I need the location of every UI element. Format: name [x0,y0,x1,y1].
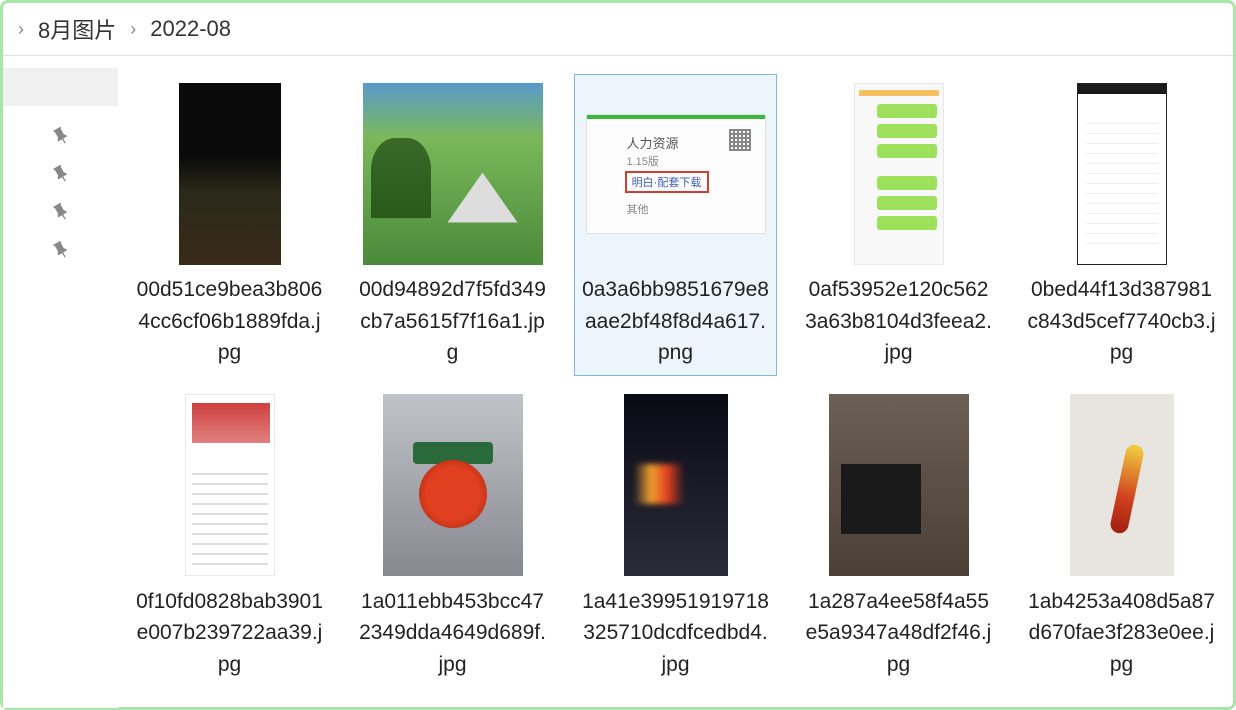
file-item[interactable]: 00d51ce9bea3b8064cc6cf06b1889fda.jpg [128,74,331,376]
filename: 1a011ebb453bcc472349dda4649d689f.jpg [358,586,547,681]
thumbnail [586,393,766,578]
filename: 1a41e39951919718325710dcdfcedbd4.jpg [581,586,770,681]
thumbnail: 人力资源 1.15版 明白·配套下载 其他 [586,81,766,266]
thumbnail [809,393,989,578]
sidebar [3,56,118,708]
breadcrumb-parent[interactable]: 8月图片 [38,13,116,45]
filename: 0f10fd0828bab3901e007b239722aa39.jpg [135,586,324,681]
file-item[interactable]: 1ab4253a408d5a87d670fae3f283e0ee.jpg [1020,386,1223,688]
pin-icon [47,236,74,263]
sidebar-item[interactable] [3,68,118,106]
thumbnail [1032,81,1212,266]
filename: 00d94892d7f5fd349cb7a5615f7f16a1.jpg [358,274,547,369]
thumbnail [140,81,320,266]
pin-icon [47,160,74,187]
thumbnail [363,81,543,266]
filename: 0bed44f13d387981c843d5cef7740cb3.jpg [1027,274,1216,369]
filename: 0a3a6bb9851679e8aae2bf48f8d4a617.png [581,274,770,369]
main-container: 00d51ce9bea3b8064cc6cf06b1889fda.jpg 00d… [3,56,1233,708]
filename: 0af53952e120c5623a63b8104d3feea2.jpg [804,274,993,369]
file-item[interactable]: 0af53952e120c5623a63b8104d3feea2.jpg [797,74,1000,376]
pin-icon [47,122,74,149]
file-item[interactable]: 1a41e39951919718325710dcdfcedbd4.jpg [574,386,777,688]
thumbnail [809,81,989,266]
breadcrumb: › 8月图片 › 2022-08 [3,3,1233,55]
file-item[interactable]: 0f10fd0828bab3901e007b239722aa39.jpg [128,386,331,688]
file-item[interactable]: 人力资源 1.15版 明白·配套下载 其他 0a3a6bb9851679e8aa… [574,74,777,376]
file-item[interactable]: 00d94892d7f5fd349cb7a5615f7f16a1.jpg [351,74,554,376]
file-grid: 00d51ce9bea3b8064cc6cf06b1889fda.jpg 00d… [118,56,1233,708]
filename: 1ab4253a408d5a87d670fae3f283e0ee.jpg [1027,586,1216,681]
file-item[interactable]: 0bed44f13d387981c843d5cef7740cb3.jpg [1020,74,1223,376]
chevron-right-icon: › [130,19,136,40]
file-item[interactable]: 1a011ebb453bcc472349dda4649d689f.jpg [351,386,554,688]
breadcrumb-current[interactable]: 2022-08 [150,16,231,42]
chevron-right-icon: › [18,19,24,40]
pin-icon [47,198,74,225]
thumbnail [363,393,543,578]
file-item[interactable]: 1a287a4ee58f4a55e5a9347a48df2f46.jpg [797,386,1000,688]
thumbnail [1032,393,1212,578]
filename: 1a287a4ee58f4a55e5a9347a48df2f46.jpg [804,586,993,681]
thumbnail [140,393,320,578]
filename: 00d51ce9bea3b8064cc6cf06b1889fda.jpg [135,274,324,369]
